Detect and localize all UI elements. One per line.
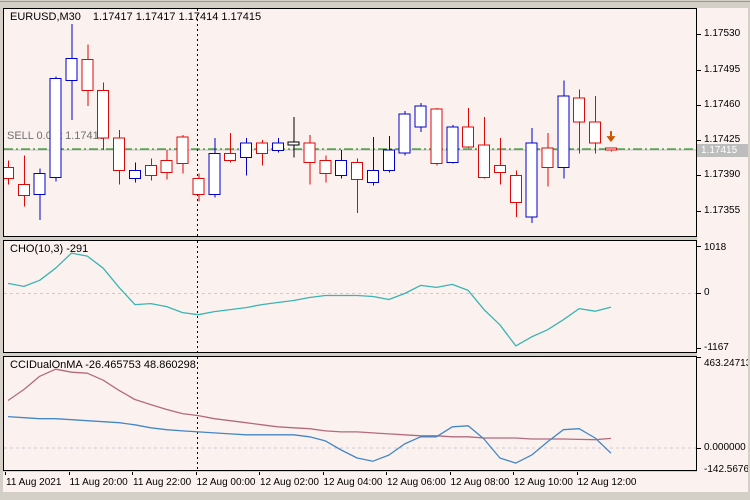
time-tick xyxy=(450,472,451,475)
time-tick-label: 12 Aug 02:00 xyxy=(260,477,319,488)
cho-tick-label: -1167 xyxy=(704,342,729,353)
panel-separator[interactable] xyxy=(0,237,697,240)
time-tick-label: 12 Aug 08:00 xyxy=(451,477,510,488)
time-axis[interactable]: 11 Aug 2021 11 Aug 20:00 11 Aug 22:00 12 Au… xyxy=(3,472,697,492)
ohlc-quote-label: 1.17417 1.17417 1.17414 1.17415 xyxy=(93,11,261,23)
time-tick xyxy=(386,472,387,475)
axis-tick xyxy=(697,246,701,247)
time-tick xyxy=(577,472,578,475)
price-tick-label: 1.17495 xyxy=(704,64,740,75)
mt4-chart-window: EURUSD,M30 1.17417 1.17417 1.17414 1.1741… xyxy=(0,0,750,500)
time-tick xyxy=(196,472,197,475)
cci-tick-label: 463.247133 xyxy=(704,358,748,369)
time-tick xyxy=(323,472,324,475)
cci-indicator-panel[interactable]: CCIDualOnMA -26.465753 48.860298 xyxy=(3,356,697,471)
cci-canvas[interactable] xyxy=(4,357,696,470)
cci-indicator-label: CCIDualOnMA -26.465753 48.860298 xyxy=(10,359,196,371)
cho-indicator-panel[interactable]: CHO(10,3) -291 xyxy=(3,240,697,353)
time-tick xyxy=(69,472,70,475)
price-chart-panel[interactable]: EURUSD,M30 1.17417 1.17417 1.17414 1.1741… xyxy=(3,8,697,237)
symbol-period-label: EURUSD,M30 xyxy=(10,11,81,23)
axis-tick xyxy=(697,175,701,176)
sell-arrow-icon xyxy=(606,131,615,142)
time-tick-label: 12 Aug 12:00 xyxy=(578,477,637,488)
axis-tick xyxy=(697,211,701,212)
price-tick-label: 1.17390 xyxy=(704,169,740,180)
time-tick xyxy=(259,472,260,475)
current-price-box: 1.17415 xyxy=(697,144,748,157)
cho-tick-label: 1018 xyxy=(704,242,726,253)
axis-tick xyxy=(697,357,701,358)
axis-tick xyxy=(697,105,701,106)
cho-indicator-label: CHO(10,3) -291 xyxy=(10,243,88,255)
time-tick-label: 11 Aug 2021 xyxy=(6,477,61,488)
indicator-line xyxy=(8,417,611,464)
axis-tick xyxy=(697,70,701,71)
price-tick-label: 1.17355 xyxy=(704,205,740,216)
current-price-value: 1.17415 xyxy=(701,145,737,156)
candlestick-canvas[interactable] xyxy=(4,9,696,236)
cho-canvas[interactable] xyxy=(4,241,696,352)
axis-tick xyxy=(697,140,701,141)
cho-tick-label: 0 xyxy=(704,287,710,298)
time-tick xyxy=(132,472,133,475)
time-tick-label: 12 Aug 00:00 xyxy=(197,477,256,488)
time-tick-label: 11 Aug 22:00 xyxy=(133,477,191,488)
chart-header: EURUSD,M30 1.17417 1.17417 1.17414 1.1741… xyxy=(10,11,261,23)
time-tick-label: 11 Aug 20:00 xyxy=(70,477,128,488)
time-tick-label: 12 Aug 10:00 xyxy=(514,477,573,488)
axis-tick xyxy=(697,293,701,294)
time-tick xyxy=(5,472,6,475)
window-edge xyxy=(0,1,750,2)
axis-tick xyxy=(697,348,701,349)
indicator-line xyxy=(8,253,611,346)
price-axis[interactable]: 1.17415 1.175301.174951.174601.174251.17… xyxy=(697,8,748,492)
cci-tick-label: -142.567685 xyxy=(704,464,748,475)
axis-tick xyxy=(697,448,701,449)
panel-separator[interactable] xyxy=(0,353,697,356)
candlestick-series xyxy=(4,24,617,223)
price-tick-label: 1.17460 xyxy=(704,99,740,110)
indicator-line xyxy=(8,369,611,440)
price-tick-label: 1.17530 xyxy=(704,28,740,39)
time-tick xyxy=(513,472,514,475)
time-tick-label: 12 Aug 04:00 xyxy=(324,477,383,488)
axis-tick xyxy=(697,34,701,35)
cci-tick-label: 0.000000 xyxy=(704,442,746,453)
time-tick-label: 12 Aug 06:00 xyxy=(387,477,446,488)
